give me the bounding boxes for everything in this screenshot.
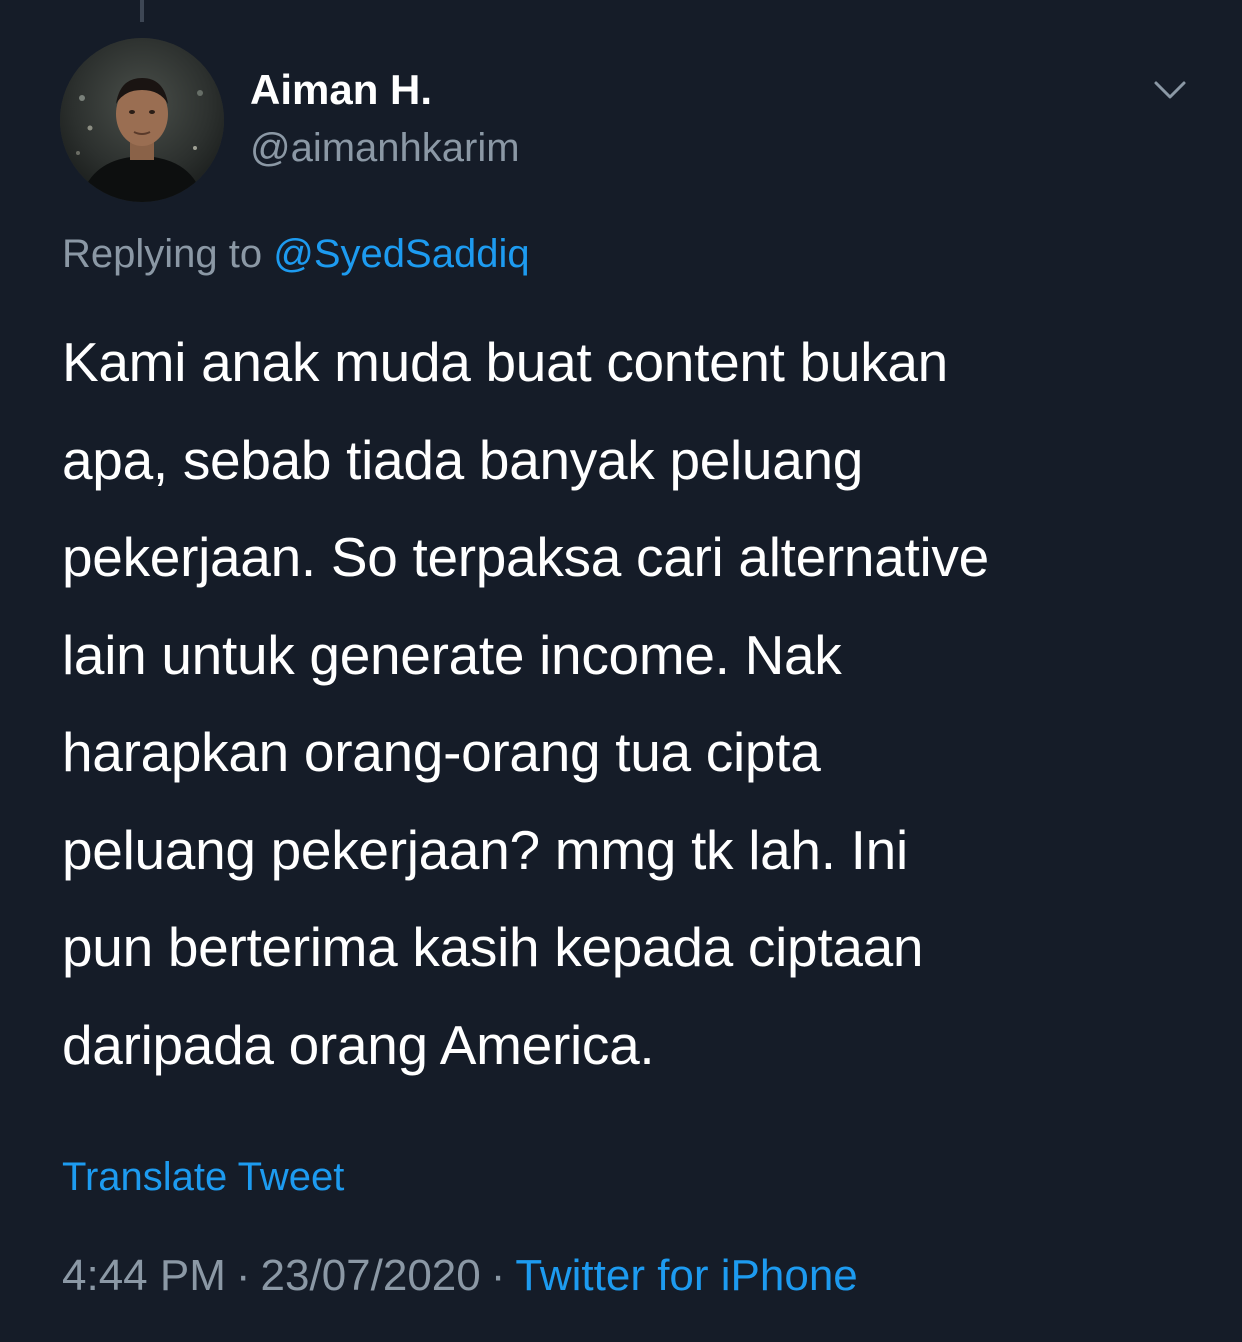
author-display-name[interactable]: Aiman H. [250,66,432,114]
avatar[interactable] [60,38,224,202]
tweet-text-line: peluang pekerjaan? mmg tk lah. Ini [62,818,908,881]
tweet-text-line: pekerjaan. So terpaksa cari alternative [62,526,989,588]
translate-tweet-link[interactable]: Translate Tweet [62,1155,344,1200]
tweet-time[interactable]: 4:44 PM [62,1251,226,1300]
tweet-text-line: Kami anak muda buat content bukan [62,331,948,393]
author-handle[interactable]: @aimanhkarim [250,126,520,171]
tweet-date[interactable]: 23/07/2020 [261,1251,481,1300]
replying-to-line: Replying to @SyedSaddiq [62,232,530,277]
replying-to-label: Replying to [62,232,263,276]
tweet-text-line: daripada orang America. [62,1013,655,1076]
tweet-text-line: lain untuk generate income. Nak [62,623,842,686]
tweet-metadata: 4:44 PM · 23/07/2020 · Twitter for iPhone [62,1251,858,1301]
meta-separator: · [490,1251,506,1300]
thread-connector-line [140,0,144,22]
reply-mention-link[interactable]: @SyedSaddiq [273,232,529,276]
avatar-photo [60,38,224,202]
tweet-text: Kami anak muda buat content bukan apa, s… [62,314,1202,1094]
tweet-source-link[interactable]: Twitter for iPhone [515,1251,857,1300]
tweet-text-line: harapkan orang-orang tua cipta [62,721,821,783]
chevron-down-icon[interactable] [1150,70,1190,110]
meta-separator: · [235,1251,251,1300]
tweet-text-line: apa, sebab tiada banyak peluang [62,428,864,491]
tweet-text-line: pun berterima kasih kepada ciptaan [62,916,924,978]
